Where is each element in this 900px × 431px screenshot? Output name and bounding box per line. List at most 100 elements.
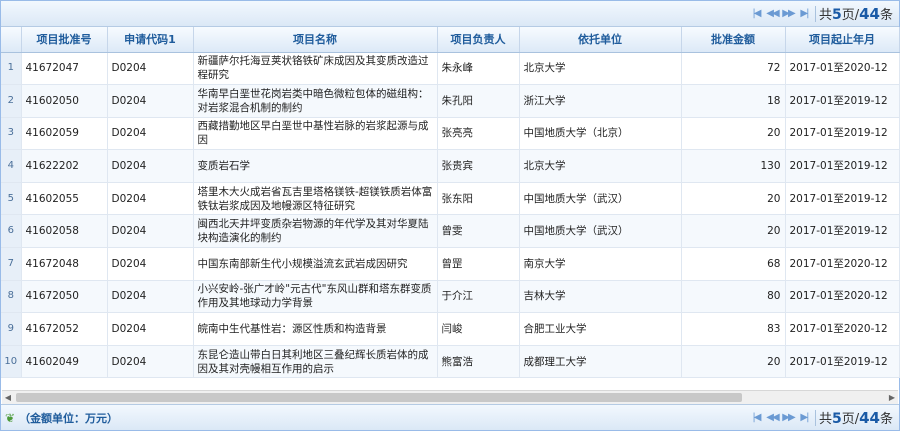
row-number: 10: [1, 345, 22, 379]
project-leader-cell: 朱孔阳: [437, 84, 520, 118]
scrollbar-thumb[interactable]: [16, 393, 742, 402]
approval-number-cell: 41602050: [21, 84, 108, 118]
header-row-number: [1, 27, 22, 53]
header-approval-number[interactable]: 项目批准号: [21, 27, 108, 53]
application-code-cell: D0204: [107, 182, 194, 216]
project-period-cell: 2017-01至2020-12: [785, 247, 900, 281]
next-page-icon[interactable]: ▶▶: [780, 8, 796, 19]
first-page-icon[interactable]: |◀: [748, 412, 764, 423]
institution-cell: 中国地质大学（武汉）: [519, 182, 682, 216]
scroll-left-icon[interactable]: ◀: [2, 391, 14, 404]
institution-cell: 合肥工业大学: [519, 312, 682, 346]
pager-separator: [814, 5, 816, 22]
table-row[interactable]: 10 41602049 D0204 东昆仑造山带白日其利地区三叠纪辉长质岩体的成因及其…: [1, 345, 900, 379]
data-grid-panel: |◀ ◀◀ ▶▶ ▶| 共5页/44条 项目批准号 申请代码1 项目名称 项目负…: [0, 0, 900, 431]
table-row[interactable]: 6 41602058 D0204 闽西北天井坪变质杂岩物源的年代学及其对华夏陆块构造演…: [1, 214, 900, 249]
project-leader-cell: 朱永峰: [437, 52, 520, 86]
application-code-cell: D0204: [107, 117, 194, 151]
table-header-row: 项目批准号 申请代码1 项目名称 项目负责人 依托单位 批准金额 项目起止年月: [1, 27, 900, 53]
institution-cell: 中国地质大学（武汉）: [519, 214, 682, 249]
leaf-icon: ❦: [5, 410, 16, 425]
header-project-period[interactable]: 项目起止年月: [785, 27, 900, 53]
project-period-cell: 2017-01至2019-12: [785, 84, 900, 118]
approved-amount-cell: 20: [681, 214, 786, 249]
approval-number-cell: 41672048: [21, 247, 108, 281]
project-period-cell: 2017-01至2019-12: [785, 117, 900, 151]
first-page-icon[interactable]: |◀: [748, 8, 764, 19]
approval-number-cell: 41672050: [21, 280, 108, 314]
row-number: 3: [1, 117, 22, 151]
application-code-cell: D0204: [107, 84, 194, 118]
application-code-cell: D0204: [107, 52, 194, 86]
institution-cell: 成都理工大学: [519, 345, 682, 379]
project-name-cell: 华南早白垩世花岗岩类中暗色微粒包体的磁组构：对岩浆混合机制的制约: [193, 84, 438, 118]
project-name-cell: 塔里木大火成岩省瓦吉里塔格镁铁-超镁铁质岩体富铁钛岩浆成因及地幔源区特征研究: [193, 182, 438, 216]
approved-amount-cell: 83: [681, 312, 786, 346]
pager-separator: [814, 409, 816, 426]
row-number: 2: [1, 84, 22, 118]
table-row[interactable]: 4 41622202 D0204 变质岩石学 张贵宾 北京大学 130 2017-01至201…: [1, 149, 900, 183]
table-row[interactable]: 3 41602059 D0204 西藏措勤地区早白垩世中基性岩脉的岩浆起源与成因 张亮亮…: [1, 117, 900, 151]
application-code-cell: D0204: [107, 214, 194, 249]
approval-number-cell: 41602059: [21, 117, 108, 151]
application-code-cell: D0204: [107, 247, 194, 281]
last-page-icon[interactable]: ▶|: [796, 412, 812, 423]
project-leader-cell: 于介江: [437, 280, 520, 314]
institution-cell: 吉林大学: [519, 280, 682, 314]
application-code-cell: D0204: [107, 345, 194, 379]
amount-unit-label: （金额单位：万元）: [19, 411, 119, 425]
project-name-cell: 变质岩石学: [193, 149, 438, 183]
project-period-cell: 2017-01至2019-12: [785, 214, 900, 249]
header-institution[interactable]: 依托单位: [519, 27, 682, 53]
bottom-pager-controls: |◀ ◀◀ ▶▶ ▶| 共5页/44条: [748, 408, 893, 427]
approved-amount-cell: 68: [681, 247, 786, 281]
horizontal-scrollbar[interactable]: ◀ ▶: [2, 390, 898, 404]
table-row[interactable]: 7 41672048 D0204 中国东南部新生代小规模溢流玄武岩成因研究 曾罡 南京大学…: [1, 247, 900, 281]
table-row[interactable]: 8 41672050 D0204 小兴安岭-张广才岭"元古代"东风山群和塔东群变质作用…: [1, 280, 900, 314]
institution-cell: 北京大学: [519, 52, 682, 86]
top-pager: |◀ ◀◀ ▶▶ ▶| 共5页/44条: [1, 1, 899, 27]
application-code-cell: D0204: [107, 312, 194, 346]
project-name-cell: 新疆萨尔托海豆荚状铬铁矿床成因及其变质改造过程研究: [193, 52, 438, 86]
project-leader-cell: 张亮亮: [437, 117, 520, 151]
prev-page-icon[interactable]: ◀◀: [764, 8, 780, 19]
project-period-cell: 2017-01至2020-12: [785, 312, 900, 346]
approval-number-cell: 41672047: [21, 52, 108, 86]
last-page-icon[interactable]: ▶|: [796, 8, 812, 19]
pager-info: 共5页/44条: [818, 5, 893, 23]
project-name-cell: 皖南中生代基性岩：源区性质和构造背景: [193, 312, 438, 346]
project-leader-cell: 曾罡: [437, 247, 520, 281]
approval-number-cell: 41602055: [21, 182, 108, 216]
approval-number-cell: 41672052: [21, 312, 108, 346]
header-project-leader[interactable]: 项目负责人: [437, 27, 520, 53]
row-number: 1: [1, 52, 22, 86]
row-number: 7: [1, 247, 22, 281]
approved-amount-cell: 20: [681, 182, 786, 216]
project-name-cell: 小兴安岭-张广才岭"元古代"东风山群和塔东群变质作用及其地球动力学背景: [193, 280, 438, 314]
project-name-cell: 中国东南部新生代小规模溢流玄武岩成因研究: [193, 247, 438, 281]
project-leader-cell: 曾雯: [437, 214, 520, 249]
row-number: 8: [1, 280, 22, 314]
amount-unit-note: ❦ （金额单位：万元）: [5, 410, 118, 426]
bottom-pager: ❦ （金额单位：万元） |◀ ◀◀ ▶▶ ▶| 共5页/44条: [1, 404, 899, 430]
pager-info: 共5页/44条: [818, 409, 893, 427]
project-period-cell: 2017-01至2019-12: [785, 149, 900, 183]
table-row[interactable]: 9 41672052 D0204 皖南中生代基性岩：源区性质和构造背景 闫峻 合肥工业大学…: [1, 312, 900, 346]
approved-amount-cell: 72: [681, 52, 786, 86]
institution-cell: 北京大学: [519, 149, 682, 183]
header-application-code[interactable]: 申请代码1: [107, 27, 194, 53]
header-project-name[interactable]: 项目名称: [193, 27, 438, 53]
project-name-cell: 西藏措勤地区早白垩世中基性岩脉的岩浆起源与成因: [193, 117, 438, 151]
next-page-icon[interactable]: ▶▶: [780, 412, 796, 423]
header-approved-amount[interactable]: 批准金额: [681, 27, 786, 53]
scroll-right-icon[interactable]: ▶: [886, 391, 898, 404]
project-leader-cell: 熊富浩: [437, 345, 520, 379]
row-number: 5: [1, 182, 22, 216]
table-row[interactable]: 1 41672047 D0204 新疆萨尔托海豆荚状铬铁矿床成因及其变质改造过程研究朱…: [1, 52, 900, 86]
approved-amount-cell: 20: [681, 117, 786, 151]
table-row[interactable]: 2 41602050 D0204 华南早白垩世花岗岩类中暗色微粒包体的磁组构：对岩浆混…: [1, 84, 900, 118]
approval-number-cell: 41622202: [21, 149, 108, 183]
prev-page-icon[interactable]: ◀◀: [764, 412, 780, 423]
table-row[interactable]: 5 41602055 D0204 塔里木大火成岩省瓦吉里塔格镁铁-超镁铁质岩体富铁钛岩…: [1, 182, 900, 216]
project-table: 项目批准号 申请代码1 项目名称 项目负责人 依托单位 批准金额 项目起止年月 …: [1, 27, 900, 379]
